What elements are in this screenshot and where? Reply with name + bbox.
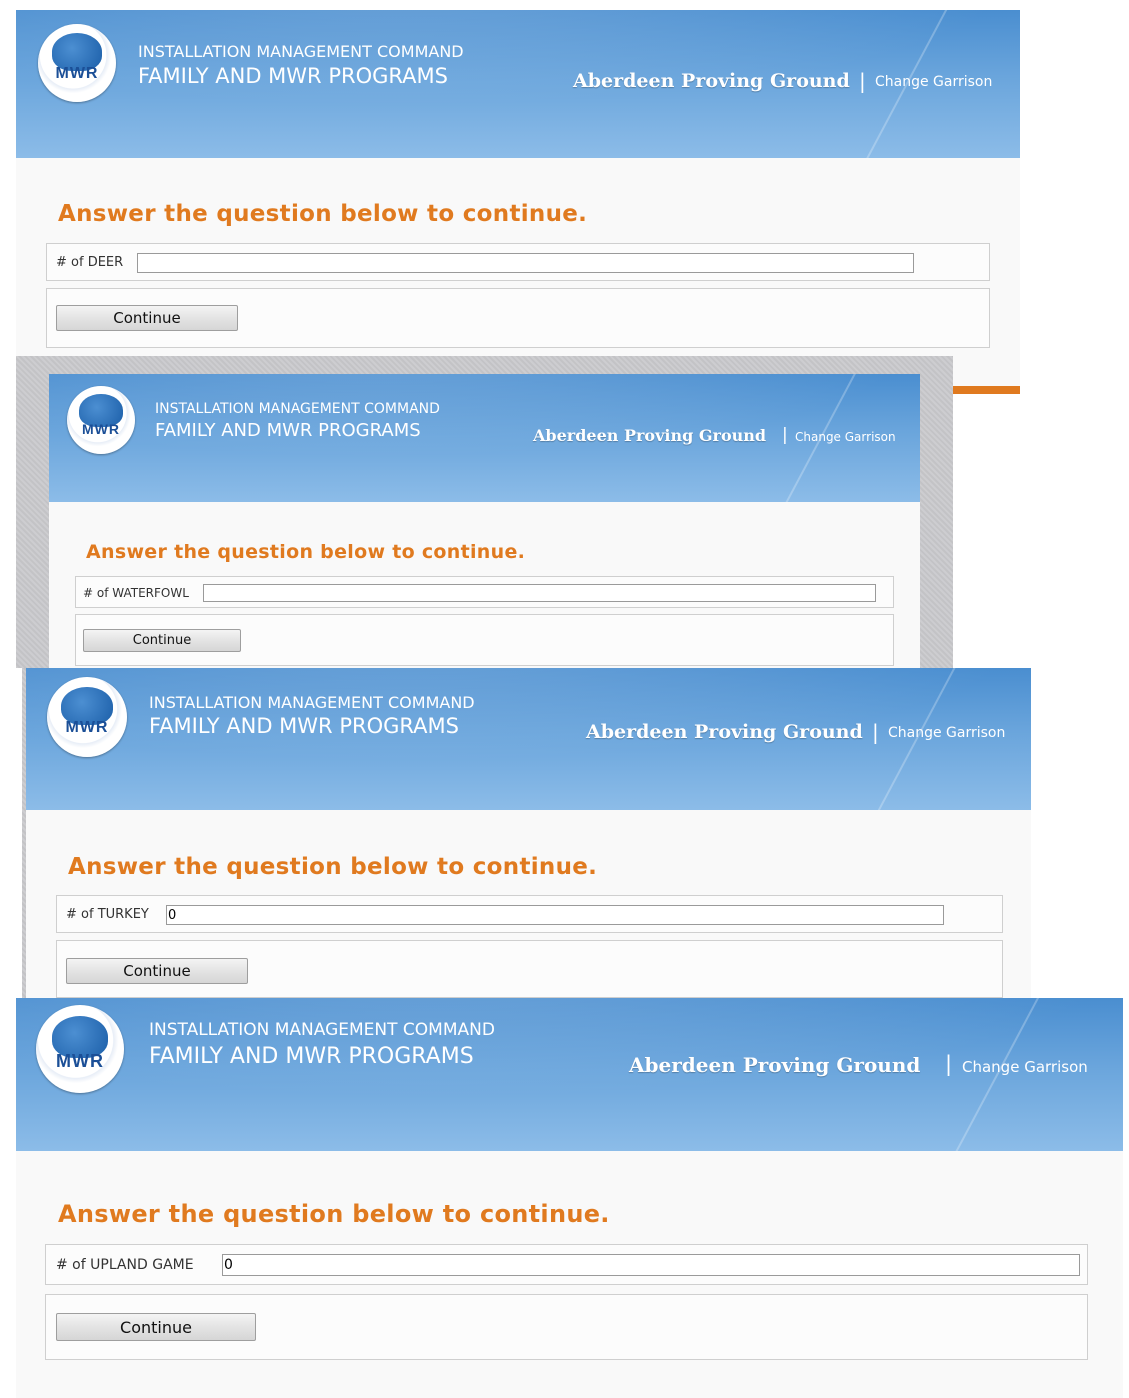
question-field-row: # of WATERFOWL	[75, 576, 894, 608]
logo-text: MWR	[65, 718, 109, 736]
question-title: Answer the question below to continue.	[58, 201, 588, 227]
mwr-logo: MWR	[47, 677, 127, 757]
captcha-panel-upland-game: MWR INSTALLATION MANAGEMENT COMMAND FAMI…	[16, 998, 1123, 1398]
change-garrison-link[interactable]: Change Garrison	[795, 430, 896, 444]
org-line-2: FAMILY AND MWR PROGRAMS	[149, 1044, 474, 1069]
header-separator: |	[782, 425, 788, 445]
continue-button[interactable]: Continue	[56, 305, 238, 331]
header-banner: MWR INSTALLATION MANAGEMENT COMMAND FAMI…	[16, 998, 1123, 1151]
org-line-1: INSTALLATION MANAGEMENT COMMAND	[149, 693, 475, 712]
garrison-name: Aberdeen Proving Ground	[573, 70, 850, 92]
answer-input[interactable]	[166, 905, 944, 925]
answer-input[interactable]	[203, 584, 876, 602]
change-garrison-link[interactable]: Change Garrison	[888, 725, 1005, 741]
org-line-2: FAMILY AND MWR PROGRAMS	[149, 714, 459, 738]
field-label: # of WATERFOWL	[83, 586, 189, 600]
question-field-row: # of UPLAND GAME	[45, 1244, 1088, 1285]
header-banner: MWR INSTALLATION MANAGEMENT COMMAND FAMI…	[49, 374, 920, 502]
org-line-2: FAMILY AND MWR PROGRAMS	[138, 64, 448, 88]
mwr-logo: MWR	[67, 386, 135, 454]
garrison-name: Aberdeen Proving Ground	[533, 426, 767, 445]
captcha-panel-waterfowl: MWR INSTALLATION MANAGEMENT COMMAND FAMI…	[49, 374, 920, 668]
org-line-2: FAMILY AND MWR PROGRAMS	[155, 420, 421, 441]
field-label: # of DEER	[56, 255, 124, 270]
change-garrison-link[interactable]: Change Garrison	[875, 74, 992, 90]
question-title: Answer the question below to continue.	[68, 854, 598, 880]
mwr-logo: MWR	[36, 1005, 124, 1093]
button-row: Continue	[56, 940, 1003, 998]
field-label: # of TURKEY	[66, 907, 149, 922]
footer-accent-bar	[953, 386, 1020, 394]
captcha-panel-turkey: MWR INSTALLATION MANAGEMENT COMMAND FAMI…	[26, 668, 1031, 998]
question-field-row: # of TURKEY	[56, 895, 1003, 933]
question-title: Answer the question below to continue.	[58, 1200, 610, 1228]
continue-button[interactable]: Continue	[56, 1313, 256, 1341]
header-banner: MWR INSTALLATION MANAGEMENT COMMAND FAMI…	[16, 10, 1020, 158]
org-line-1: INSTALLATION MANAGEMENT COMMAND	[138, 42, 464, 61]
mwr-logo: MWR	[38, 24, 116, 102]
garrison-name: Aberdeen Proving Ground	[629, 1053, 921, 1077]
logo-text: MWR	[56, 1050, 104, 1071]
header-separator: |	[872, 720, 879, 744]
continue-button[interactable]: Continue	[83, 629, 241, 652]
garrison-name: Aberdeen Proving Ground	[586, 721, 863, 743]
captcha-panel-deer: MWR INSTALLATION MANAGEMENT COMMAND FAMI…	[16, 10, 1020, 392]
logo-text: MWR	[55, 64, 99, 82]
field-label: # of UPLAND GAME	[56, 1257, 194, 1273]
question-title: Answer the question below to continue.	[86, 541, 526, 563]
org-line-1: INSTALLATION MANAGEMENT COMMAND	[155, 401, 440, 417]
org-line-1: INSTALLATION MANAGEMENT COMMAND	[149, 1020, 495, 1040]
button-row: Continue	[75, 614, 894, 666]
continue-button[interactable]: Continue	[66, 958, 248, 984]
change-garrison-link[interactable]: Change Garrison	[962, 1058, 1088, 1076]
answer-input[interactable]	[222, 1254, 1080, 1276]
question-field-row: # of DEER	[46, 243, 990, 281]
header-banner: MWR INSTALLATION MANAGEMENT COMMAND FAMI…	[26, 668, 1031, 810]
answer-input[interactable]	[137, 253, 914, 273]
button-row: Continue	[46, 288, 990, 348]
header-separator: |	[859, 69, 866, 93]
button-row: Continue	[45, 1294, 1088, 1360]
logo-text: MWR	[82, 421, 120, 438]
header-separator: |	[945, 1052, 953, 1076]
